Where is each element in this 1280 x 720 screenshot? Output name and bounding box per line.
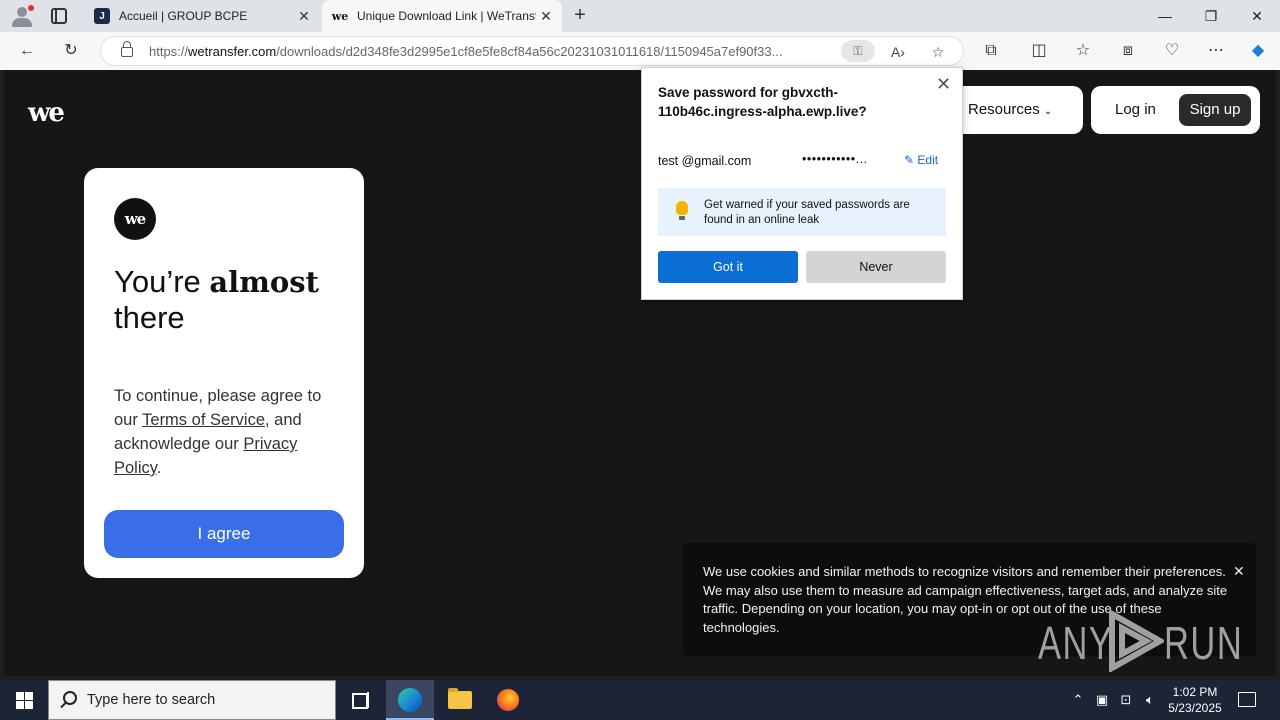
close-icon[interactable]: ✕ (536, 8, 556, 25)
watermark-right: RUN (1164, 617, 1244, 669)
got-it-button[interactable]: Got it (658, 251, 798, 283)
tab-group-bcpe[interactable]: J Accueil | GROUP BCPE ✕ (84, 0, 320, 32)
saved-username: test @gmail.com (658, 154, 752, 168)
nav-auth-pill: Log in Sign up (1091, 86, 1260, 134)
signup-button[interactable]: Sign up (1179, 94, 1251, 126)
taskbar-search[interactable]: Type here to search (48, 680, 336, 720)
task-view-icon[interactable] (336, 680, 384, 720)
anyrun-watermark: ANY RUN (1038, 606, 1242, 676)
network-icon[interactable]: ⊡ (1118, 692, 1134, 708)
i-agree-button[interactable]: I agree (104, 510, 344, 558)
clock-time: 1:02 PM (1172, 685, 1218, 699)
collections-icon[interactable]: ⧈ (1115, 39, 1141, 63)
card-heading: You’re almost there (114, 264, 319, 335)
nav-resources-pill: Resources ⌄ (950, 86, 1083, 134)
wetransfer-favicon-icon: we (331, 9, 349, 23)
more-options-icon[interactable]: ⋯ (1203, 39, 1229, 63)
browser-essentials-icon[interactable]: ♡ (1159, 39, 1185, 63)
tab-title: Accueil | GROUP BCPE (119, 9, 248, 23)
group-bcpe-favicon-icon: J (94, 8, 110, 24)
close-icon[interactable]: ✕ (936, 74, 951, 95)
new-tab-button[interactable]: + (568, 4, 592, 28)
card-text: To continue, please agree to our Terms o… (114, 387, 322, 477)
copilot-icon[interactable]: ◆ (1245, 39, 1271, 63)
restore-button[interactable]: ❐ (1188, 0, 1234, 32)
close-icon[interactable]: ✕ (1233, 563, 1245, 580)
device-icon[interactable]: ▣ (1094, 692, 1110, 708)
profile-icon[interactable] (8, 4, 36, 28)
save-password-popup: Save password for gbvxcth-110b46c.ingres… (641, 67, 963, 300)
search-placeholder: Type here to search (87, 692, 216, 708)
url-text[interactable]: https://wetransfer.com/downloads/d2d348f… (149, 44, 839, 59)
never-button[interactable]: Never (806, 251, 946, 283)
page-content: we Resources ⌄ Log in Sign up we You’re … (4, 70, 1276, 676)
lightbulb-icon (676, 201, 688, 220)
edge-icon[interactable] (386, 680, 434, 720)
taskbar: Type here to search ⌃ ▣ ⊡ 🔈︎ 1:02 PM 5/2… (0, 680, 1280, 720)
edit-button[interactable]: ✎ Edit (904, 153, 938, 167)
pencil-icon: ✎ (904, 153, 915, 167)
split-screen-icon[interactable]: ◫ (1026, 39, 1052, 63)
file-explorer-icon[interactable] (436, 680, 484, 720)
resources-menu[interactable]: Resources ⌄ (968, 101, 1052, 118)
notifications-icon[interactable] (1238, 692, 1256, 707)
firefox-icon[interactable] (484, 680, 532, 720)
terms-of-service-link[interactable]: Terms of Service (142, 411, 265, 429)
we-logo-icon: we (114, 198, 156, 240)
tab-wetransfer[interactable]: we Unique Download Link | WeTransfer ✕ (322, 0, 562, 32)
tab-title: Unique Download Link | WeTransfer (357, 9, 536, 23)
refresh-icon[interactable]: ↻ (58, 39, 84, 63)
back-arrow-icon[interactable]: ← (14, 39, 40, 63)
terms-card: we You’re almost there To continue, pleas… (84, 168, 364, 578)
watermark-left: ANY (1038, 617, 1114, 669)
chevron-down-icon: ⌄ (1043, 106, 1053, 117)
search-icon (63, 691, 77, 705)
close-window-button[interactable]: ✕ (1234, 0, 1280, 32)
volume-icon[interactable]: 🔈︎ (1142, 692, 1158, 708)
play-icon (1109, 610, 1164, 672)
start-button[interactable] (0, 680, 48, 720)
chevron-up-icon[interactable]: ⌃ (1070, 692, 1086, 708)
read-aloud-icon[interactable]: A› (887, 41, 909, 63)
leak-warning: Get warned if your saved passwords are f… (658, 188, 946, 236)
saved-password: •••••••••••... (802, 152, 868, 166)
password-key-icon[interactable]: ⚿ (841, 40, 875, 62)
extensions-icon[interactable]: ⧉ (978, 39, 1004, 63)
warning-text: Get warned if your saved passwords are f… (704, 199, 910, 226)
popup-title: Save password for gbvxcth-110b46c.ingres… (658, 85, 867, 119)
clock-date: 5/23/2025 (1168, 701, 1222, 715)
favorites-icon[interactable]: ☆ (1070, 39, 1096, 63)
wetransfer-logo[interactable]: we (28, 98, 65, 128)
login-link[interactable]: Log in (1115, 101, 1156, 118)
browser-toolbar: ← ↻ https://wetransfer.com/downloads/d2d… (0, 32, 1280, 70)
minimize-button[interactable]: — (1142, 0, 1188, 32)
tab-strip: J Accueil | GROUP BCPE ✕ we Unique Downl… (0, 0, 1280, 32)
address-bar[interactable]: https://wetransfer.com/downloads/d2d348f… (100, 36, 964, 66)
favorite-star-icon[interactable]: ☆ (927, 41, 949, 63)
tab-actions-icon[interactable] (51, 8, 67, 24)
clock[interactable]: 1:02 PM 5/23/2025 (1160, 684, 1230, 716)
close-icon[interactable]: ✕ (294, 8, 314, 25)
lock-icon[interactable] (121, 41, 133, 57)
